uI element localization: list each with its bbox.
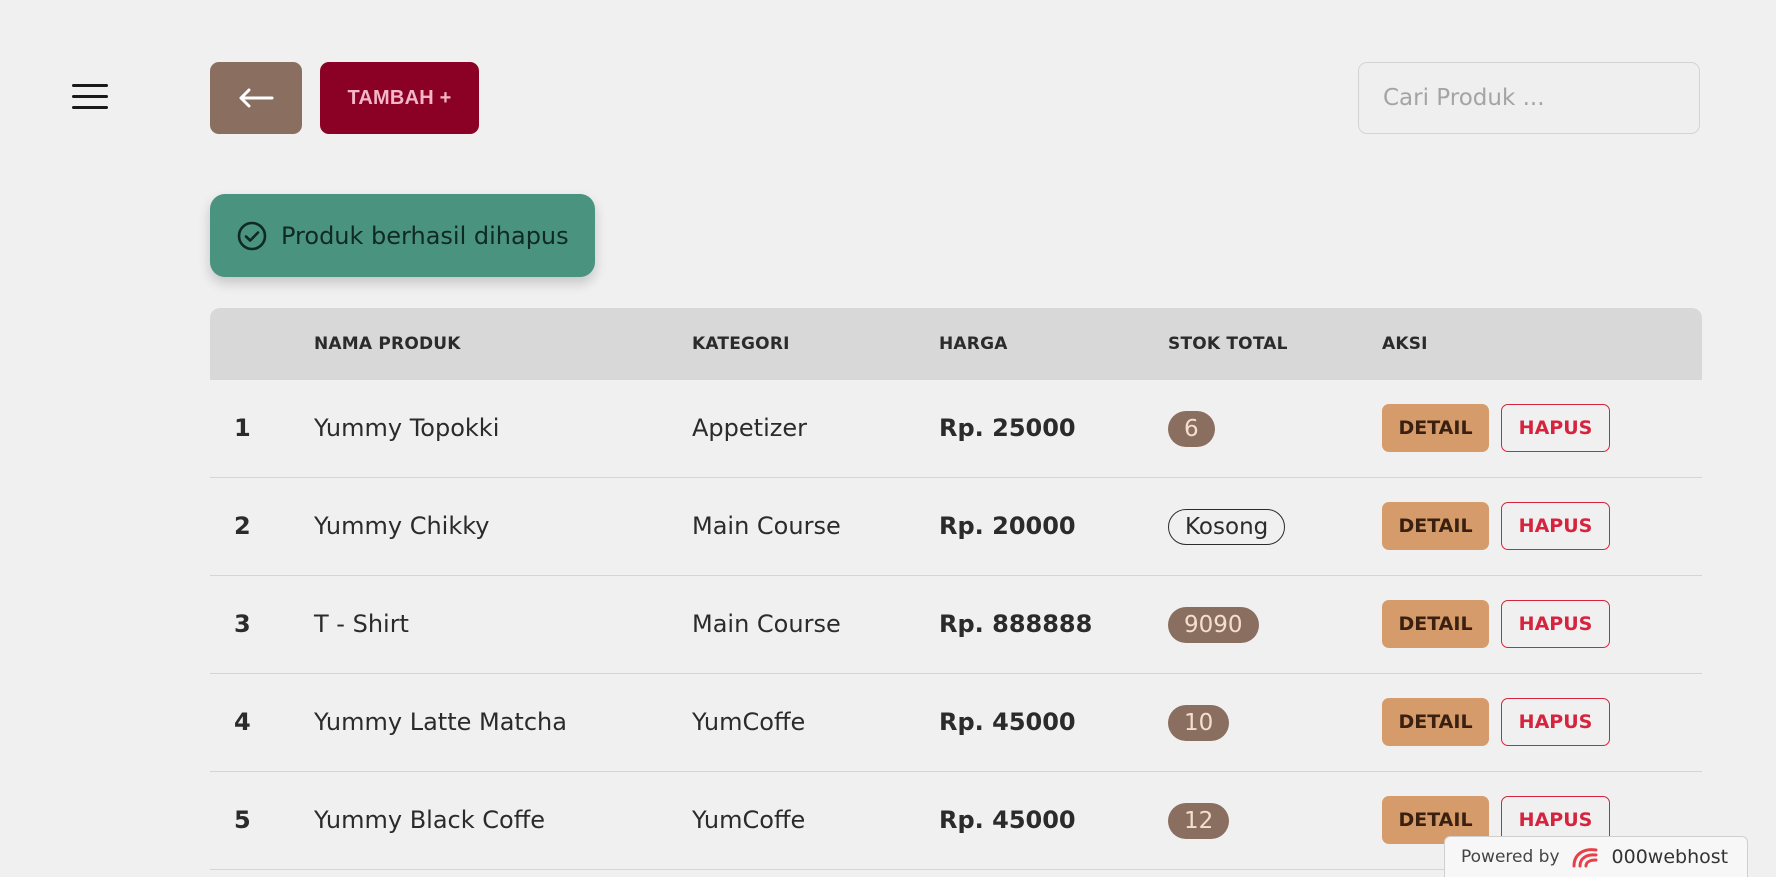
stock-cell: 12 xyxy=(1168,772,1230,868)
back-button[interactable] xyxy=(210,62,302,134)
header-price: HARGA xyxy=(939,334,1008,354)
actions-cell: DETAIL HAPUS xyxy=(1382,380,1610,476)
product-price: Rp. 45000 xyxy=(939,806,1076,834)
product-category: YumCoffe xyxy=(692,708,806,736)
table-row: 1 Yummy Topokki Appetizer Rp. 25000 6 DE… xyxy=(210,380,1702,478)
search-input[interactable] xyxy=(1358,62,1700,134)
product-category: Main Course xyxy=(692,610,841,638)
arrow-left-icon xyxy=(239,88,274,108)
product-table: NAMA PRODUK KATEGORI HARGA STOK TOTAL AK… xyxy=(210,308,1702,870)
detail-button[interactable]: DETAIL xyxy=(1382,404,1489,452)
add-product-button[interactable]: TAMBAH + xyxy=(320,62,479,134)
stock-empty-badge: Kosong xyxy=(1168,509,1286,545)
stock-badge: 9090 xyxy=(1168,607,1259,643)
product-name: Yummy Chikky xyxy=(314,512,490,540)
product-price: Rp. 20000 xyxy=(939,512,1076,540)
delete-button[interactable]: HAPUS xyxy=(1501,600,1610,648)
product-category: YumCoffe xyxy=(692,806,806,834)
product-name: Yummy Topokki xyxy=(314,414,500,442)
table-header: NAMA PRODUK KATEGORI HARGA STOK TOTAL AK… xyxy=(210,308,1702,380)
actions-cell: DETAIL HAPUS xyxy=(1382,576,1610,672)
detail-button[interactable]: DETAIL xyxy=(1382,502,1489,550)
row-number: 1 xyxy=(234,414,251,442)
product-price: Rp. 45000 xyxy=(939,708,1076,736)
header-category: KATEGORI xyxy=(692,334,790,354)
powered-by-badge[interactable]: Powered by 000webhost xyxy=(1444,836,1748,877)
stock-cell: Kosong xyxy=(1168,478,1286,574)
product-category: Main Course xyxy=(692,512,841,540)
delete-button[interactable]: HAPUS xyxy=(1501,698,1610,746)
success-alert: Produk berhasil dihapus xyxy=(210,194,595,277)
hamburger-menu-icon[interactable] xyxy=(72,84,108,112)
row-number: 3 xyxy=(234,610,251,638)
row-number: 5 xyxy=(234,806,251,834)
stock-badge: 6 xyxy=(1168,411,1215,447)
product-name: Yummy Black Coffe xyxy=(314,806,546,834)
product-category: Appetizer xyxy=(692,414,807,442)
powered-by-label: Powered by xyxy=(1461,847,1560,867)
header-product-name: NAMA PRODUK xyxy=(314,334,461,354)
table-row: 2 Yummy Chikky Main Course Rp. 20000 Kos… xyxy=(210,478,1702,576)
stock-badge: 12 xyxy=(1168,803,1230,839)
table-row: 3 T - Shirt Main Course Rp. 888888 9090 … xyxy=(210,576,1702,674)
stock-cell: 9090 xyxy=(1168,576,1259,672)
actions-cell: DETAIL HAPUS xyxy=(1382,478,1610,574)
check-circle-icon xyxy=(237,221,267,250)
actions-cell: DETAIL HAPUS xyxy=(1382,674,1610,770)
stock-cell: 6 xyxy=(1168,380,1215,476)
product-name: Yummy Latte Matcha xyxy=(314,708,567,736)
product-name: T - Shirt xyxy=(314,610,409,638)
table-row: 4 Yummy Latte Matcha YumCoffe Rp. 45000 … xyxy=(210,674,1702,772)
stock-cell: 10 xyxy=(1168,674,1230,770)
alert-message: Produk berhasil dihapus xyxy=(281,221,569,250)
header-actions: AKSI xyxy=(1382,334,1428,354)
product-price: Rp. 888888 xyxy=(939,610,1093,638)
webhost-logo-icon xyxy=(1572,848,1598,868)
product-price: Rp. 25000 xyxy=(939,414,1076,442)
stock-badge: 10 xyxy=(1168,705,1230,741)
brand-name: 000webhost xyxy=(1611,846,1729,868)
delete-button[interactable]: HAPUS xyxy=(1501,404,1610,452)
detail-button[interactable]: DETAIL xyxy=(1382,600,1489,648)
delete-button[interactable]: HAPUS xyxy=(1501,502,1610,550)
detail-button[interactable]: DETAIL xyxy=(1382,698,1489,746)
header-stock: STOK TOTAL xyxy=(1168,334,1288,354)
product-list-page: TAMBAH + Produk berhasil dihapus NAMA PR… xyxy=(0,0,1776,877)
row-number: 2 xyxy=(234,512,251,540)
row-number: 4 xyxy=(234,708,251,736)
